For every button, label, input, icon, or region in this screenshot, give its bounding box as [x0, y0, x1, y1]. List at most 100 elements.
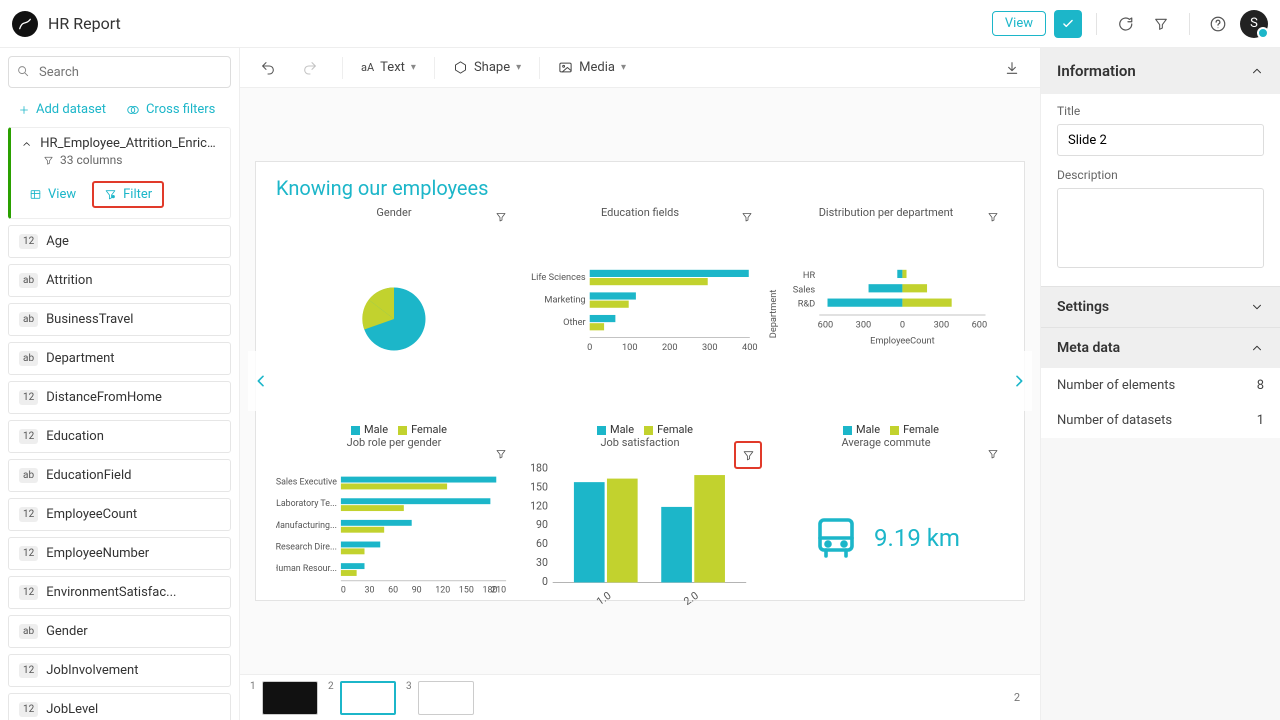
slide-tray: 1 2 3 2 [240, 674, 1040, 720]
svg-text:60: 60 [388, 586, 398, 596]
svg-text:Research Dire...: Research Dire... [276, 543, 337, 553]
app-bar: HR Report View S [0, 0, 1280, 48]
columns-list[interactable]: 12Age abAttrition abBusinessTravel abDepart… [0, 225, 239, 720]
title-label: Title [1057, 104, 1264, 118]
svg-text:60: 60 [536, 537, 548, 550]
svg-text:30: 30 [365, 586, 375, 596]
column-item[interactable]: abGender [8, 615, 231, 648]
dataset-filter-button[interactable]: Filter [92, 181, 164, 208]
svg-text:Human Resour...: Human Resour... [276, 564, 337, 574]
cross-filters-button[interactable]: Cross filters [126, 102, 215, 117]
svg-text:EmployeeCount: EmployeeCount [870, 336, 934, 347]
magic-button[interactable] [1054, 10, 1082, 38]
download-button[interactable] [998, 54, 1026, 82]
search-input[interactable] [8, 56, 231, 88]
svg-text:R&D: R&D [798, 299, 815, 310]
center-area: aAText▾ Shape▾ Media▾ Knowing our employ… [240, 48, 1040, 720]
bus-icon [812, 514, 860, 562]
left-sidebar: Add dataset Cross filters HR_Employee_At… [0, 48, 240, 720]
chart-education-fields[interactable]: Education fields Life Sciences Marketing… [522, 206, 758, 415]
slide-thumb-3[interactable] [418, 681, 474, 715]
help-icon[interactable] [1204, 10, 1232, 38]
chevron-up-icon[interactable] [21, 138, 32, 150]
app-logo [12, 11, 38, 37]
legend: MaleFemale [768, 423, 1004, 436]
slide-canvas[interactable]: Knowing our employees Gender [255, 161, 1025, 601]
svg-text:180: 180 [530, 462, 548, 475]
slide-thumb-1[interactable] [262, 681, 318, 715]
column-item[interactable]: abEducationField [8, 459, 231, 492]
svg-text:150: 150 [530, 481, 548, 494]
tray-count: 2 [1014, 691, 1030, 704]
prev-slide-button[interactable] [248, 351, 274, 411]
editor-toolbar: aAText▾ Shape▾ Media▾ [240, 48, 1040, 88]
chart-gender[interactable]: Gender [276, 206, 512, 415]
legend: MaleFemale [276, 423, 512, 436]
svg-text:90: 90 [536, 518, 548, 531]
column-item[interactable]: abAttrition [8, 264, 231, 297]
svg-text:Laboratory Te...: Laboratory Te... [276, 499, 337, 509]
comments-icon[interactable] [1111, 10, 1139, 38]
settings-header[interactable]: Settings [1041, 286, 1280, 327]
svg-text:600: 600 [972, 319, 988, 330]
svg-text:0: 0 [900, 319, 905, 330]
svg-text:Department: Department [768, 290, 779, 339]
column-item[interactable]: 12Age [8, 225, 231, 258]
column-item[interactable]: 12DistanceFromHome [8, 381, 231, 414]
svg-text:Marketing: Marketing [544, 295, 585, 306]
svg-text:90: 90 [412, 586, 422, 596]
description-label: Description [1057, 168, 1264, 182]
svg-text:100: 100 [622, 342, 638, 353]
dataset-name[interactable]: HR_Employee_Attrition_Enriche... [40, 136, 220, 151]
shape-tool[interactable]: Shape▾ [453, 60, 521, 75]
svg-text:300: 300 [856, 319, 872, 330]
chart-job-role[interactable]: MaleFemale Job role per gender Sales Exe… [276, 423, 512, 622]
column-item[interactable]: abDepartment [8, 342, 231, 375]
next-slide-button[interactable] [1006, 351, 1032, 411]
svg-text:150: 150 [459, 586, 474, 596]
chevron-up-icon [1250, 341, 1264, 355]
chart-department[interactable]: Distribution per department Department H… [768, 206, 1004, 415]
add-dataset-button[interactable]: Add dataset [18, 102, 106, 117]
dataset-view-button[interactable]: View [23, 183, 82, 206]
chart-average-commute[interactable]: MaleFemale Average commute 9.19 km [768, 423, 1004, 622]
user-avatar[interactable]: S [1240, 10, 1268, 38]
slide-description-input[interactable] [1057, 188, 1264, 268]
slide-title-input[interactable] [1057, 124, 1264, 156]
column-item[interactable]: abBusinessTravel [8, 303, 231, 336]
column-item[interactable]: 12JobLevel [8, 693, 231, 720]
column-item[interactable]: 12Education [8, 420, 231, 453]
column-item[interactable]: 12EmployeeCount [8, 498, 231, 531]
column-item[interactable]: 12EmployeeNumber [8, 537, 231, 570]
filter-icon[interactable] [1147, 10, 1175, 38]
legend: MaleFemale [522, 423, 758, 436]
undo-button[interactable] [254, 54, 282, 82]
commute-value: 9.19 km [874, 524, 960, 552]
svg-text:30: 30 [536, 556, 548, 569]
svg-text:HR: HR [803, 270, 816, 281]
right-panel: Information Title Description Settings M… [1040, 48, 1280, 720]
media-tool[interactable]: Media▾ [558, 60, 626, 75]
svg-text:0: 0 [542, 575, 548, 588]
info-header[interactable]: Information [1041, 48, 1280, 94]
meta-datasets-row: Number of datasets1 [1041, 403, 1280, 438]
redo-button[interactable] [296, 54, 324, 82]
text-tool[interactable]: aAText▾ [361, 60, 416, 75]
view-mode-button[interactable]: View [992, 11, 1046, 36]
filter-small-icon [43, 155, 54, 166]
slide-title: Knowing our employees [276, 176, 1004, 200]
metadata-header[interactable]: Meta data [1041, 327, 1280, 368]
column-item[interactable]: 12EnvironmentSatisfac... [8, 576, 231, 609]
add-dataset-label: Add dataset [36, 102, 106, 117]
svg-text:300: 300 [934, 319, 950, 330]
svg-text:300: 300 [702, 342, 718, 353]
svg-text:0: 0 [341, 586, 346, 596]
svg-text:Life Sciences: Life Sciences [531, 272, 586, 283]
svg-text:600: 600 [818, 319, 834, 330]
search-icon [16, 64, 30, 82]
chart-job-satisfaction[interactable]: MaleFemale Job satisfaction 180 150 120 … [522, 423, 758, 622]
chevron-down-icon [1250, 300, 1264, 314]
meta-elements-row: Number of elements8 [1041, 368, 1280, 403]
column-item[interactable]: 12JobInvolvement [8, 654, 231, 687]
slide-thumb-2[interactable] [340, 681, 396, 715]
